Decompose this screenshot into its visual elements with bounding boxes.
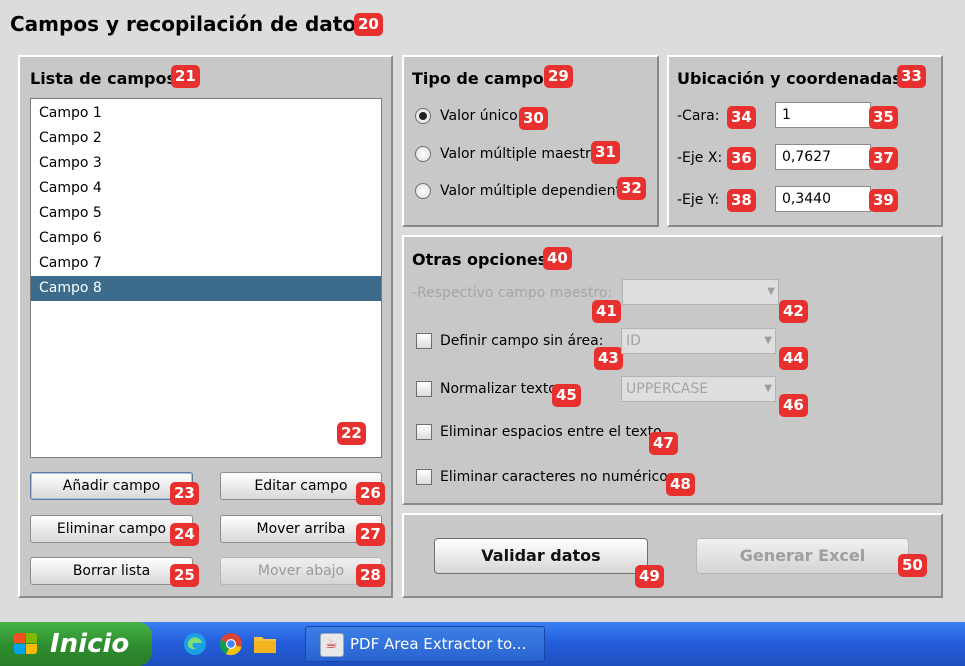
list-item-campo-2[interactable]: Campo 2 <box>31 126 381 151</box>
clear-list-button[interactable]: Borrar lista <box>30 557 193 585</box>
generate-excel-button[interactable]: Generar Excel <box>696 538 909 574</box>
badge-31: 31 <box>591 141 620 164</box>
chevron-down-icon: ▼ <box>767 286 775 297</box>
list-item-campo-5[interactable]: Campo 5 <box>31 201 381 226</box>
remove-spaces-label: Eliminar espacios entre el texto <box>440 424 662 440</box>
badge-34: 34 <box>727 106 756 129</box>
taskbar: Inicio ☕ PDF Area Extractor to... <box>0 622 965 666</box>
y-axis-input[interactable]: 0,3440 <box>775 186 871 212</box>
badge-33: 33 <box>897 65 926 88</box>
radio-multiple-master[interactable] <box>415 146 431 162</box>
badge-46: 46 <box>779 394 808 417</box>
define-no-area-select[interactable]: ID ▼ <box>621 328 776 354</box>
badge-35: 35 <box>869 106 898 129</box>
y-axis-label: -Eje Y: <box>677 192 720 208</box>
x-axis-input[interactable]: 0,7627 <box>775 144 871 170</box>
normalize-text-checkbox[interactable] <box>416 381 432 397</box>
java-icon: ☕ <box>320 633 344 657</box>
chevron-down-icon: ▼ <box>764 383 772 394</box>
badge-37: 37 <box>869 147 898 170</box>
chevron-down-icon: ▼ <box>764 335 772 346</box>
badge-21: 21 <box>171 65 200 88</box>
field-type-title: Tipo de campo <box>412 69 544 88</box>
badge-39: 39 <box>869 189 898 212</box>
badge-28: 28 <box>356 564 385 587</box>
edge-icon[interactable] <box>182 631 208 657</box>
location-title: Ubicación y coordenadas <box>677 69 902 88</box>
remove-non-numeric-checkbox[interactable] <box>416 469 432 485</box>
radio-multiple-master-label: Valor múltiple maestro <box>440 146 599 162</box>
face-input[interactable]: 1 <box>775 102 871 128</box>
badge-23: 23 <box>170 482 199 505</box>
validate-data-button[interactable]: Validar datos <box>434 538 648 574</box>
windows-logo-icon <box>14 633 38 655</box>
list-item-campo-6[interactable]: Campo 6 <box>31 226 381 251</box>
list-item-campo-4[interactable]: Campo 4 <box>31 176 381 201</box>
define-no-area-label: Definir campo sin área: <box>440 333 604 349</box>
normalize-text-label: Normalizar texto: <box>440 381 562 397</box>
badge-24: 24 <box>170 523 199 546</box>
normalize-text-select-value: UPPERCASE <box>626 381 709 397</box>
x-axis-label: -Eje X: <box>677 150 723 166</box>
badge-25: 25 <box>170 564 199 587</box>
badge-36: 36 <box>727 147 756 170</box>
badge-49: 49 <box>635 565 664 588</box>
badge-30: 30 <box>519 107 548 130</box>
badge-42: 42 <box>779 300 808 323</box>
list-item-campo-8[interactable]: Campo 8 <box>31 276 381 301</box>
badge-47: 47 <box>649 432 678 455</box>
badge-32: 32 <box>617 177 646 200</box>
badge-40: 40 <box>543 247 572 270</box>
page-title: Campos y recopilación de datos <box>10 12 368 36</box>
delete-field-button[interactable]: Eliminar campo <box>30 515 193 543</box>
add-field-button[interactable]: Añadir campo <box>30 472 193 500</box>
remove-non-numeric-label: Eliminar caracteres no numéricos <box>440 469 676 485</box>
face-label: -Cara: <box>677 108 720 124</box>
badge-26: 26 <box>356 482 385 505</box>
badge-45: 45 <box>552 384 581 407</box>
badge-29: 29 <box>544 65 573 88</box>
field-list-title: Lista de campos <box>30 69 177 88</box>
field-list[interactable]: Campo 1 Campo 2 Campo 3 Campo 4 Campo 5 … <box>30 98 382 458</box>
badge-20: 20 <box>354 13 383 36</box>
other-options-title: Otras opciones <box>412 250 548 269</box>
define-no-area-checkbox[interactable] <box>416 333 432 349</box>
taskbar-window-label: PDF Area Extractor to... <box>350 635 527 653</box>
taskbar-window-pdf-area-extractor[interactable]: ☕ PDF Area Extractor to... <box>305 626 545 662</box>
list-item-campo-1[interactable]: Campo 1 <box>31 101 381 126</box>
remove-spaces-checkbox[interactable] <box>416 424 432 440</box>
start-label: Inicio <box>50 629 130 659</box>
other-options-panel <box>402 235 943 505</box>
define-no-area-select-value: ID <box>626 333 641 349</box>
radio-single-value-label: Valor único <box>440 108 518 124</box>
badge-27: 27 <box>356 523 385 546</box>
badge-48: 48 <box>666 473 695 496</box>
badge-41: 41 <box>592 300 621 323</box>
master-field-label: -Respectivo campo maestro: <box>412 285 613 301</box>
badge-44: 44 <box>779 347 808 370</box>
radio-multiple-dependent-label: Valor múltiple dependiente <box>440 183 630 199</box>
chrome-icon[interactable] <box>218 631 244 657</box>
badge-43: 43 <box>594 347 623 370</box>
radio-single-value[interactable] <box>415 108 431 124</box>
list-item-campo-7[interactable]: Campo 7 <box>31 251 381 276</box>
start-button[interactable]: Inicio <box>0 622 152 666</box>
badge-22: 22 <box>337 422 366 445</box>
folder-icon[interactable] <box>252 631 278 657</box>
normalize-text-select[interactable]: UPPERCASE ▼ <box>621 376 776 402</box>
badge-50: 50 <box>898 554 927 577</box>
badge-38: 38 <box>727 189 756 212</box>
radio-multiple-dependent[interactable] <box>415 183 431 199</box>
master-field-select[interactable]: ▼ <box>622 279 779 305</box>
list-item-campo-3[interactable]: Campo 3 <box>31 151 381 176</box>
